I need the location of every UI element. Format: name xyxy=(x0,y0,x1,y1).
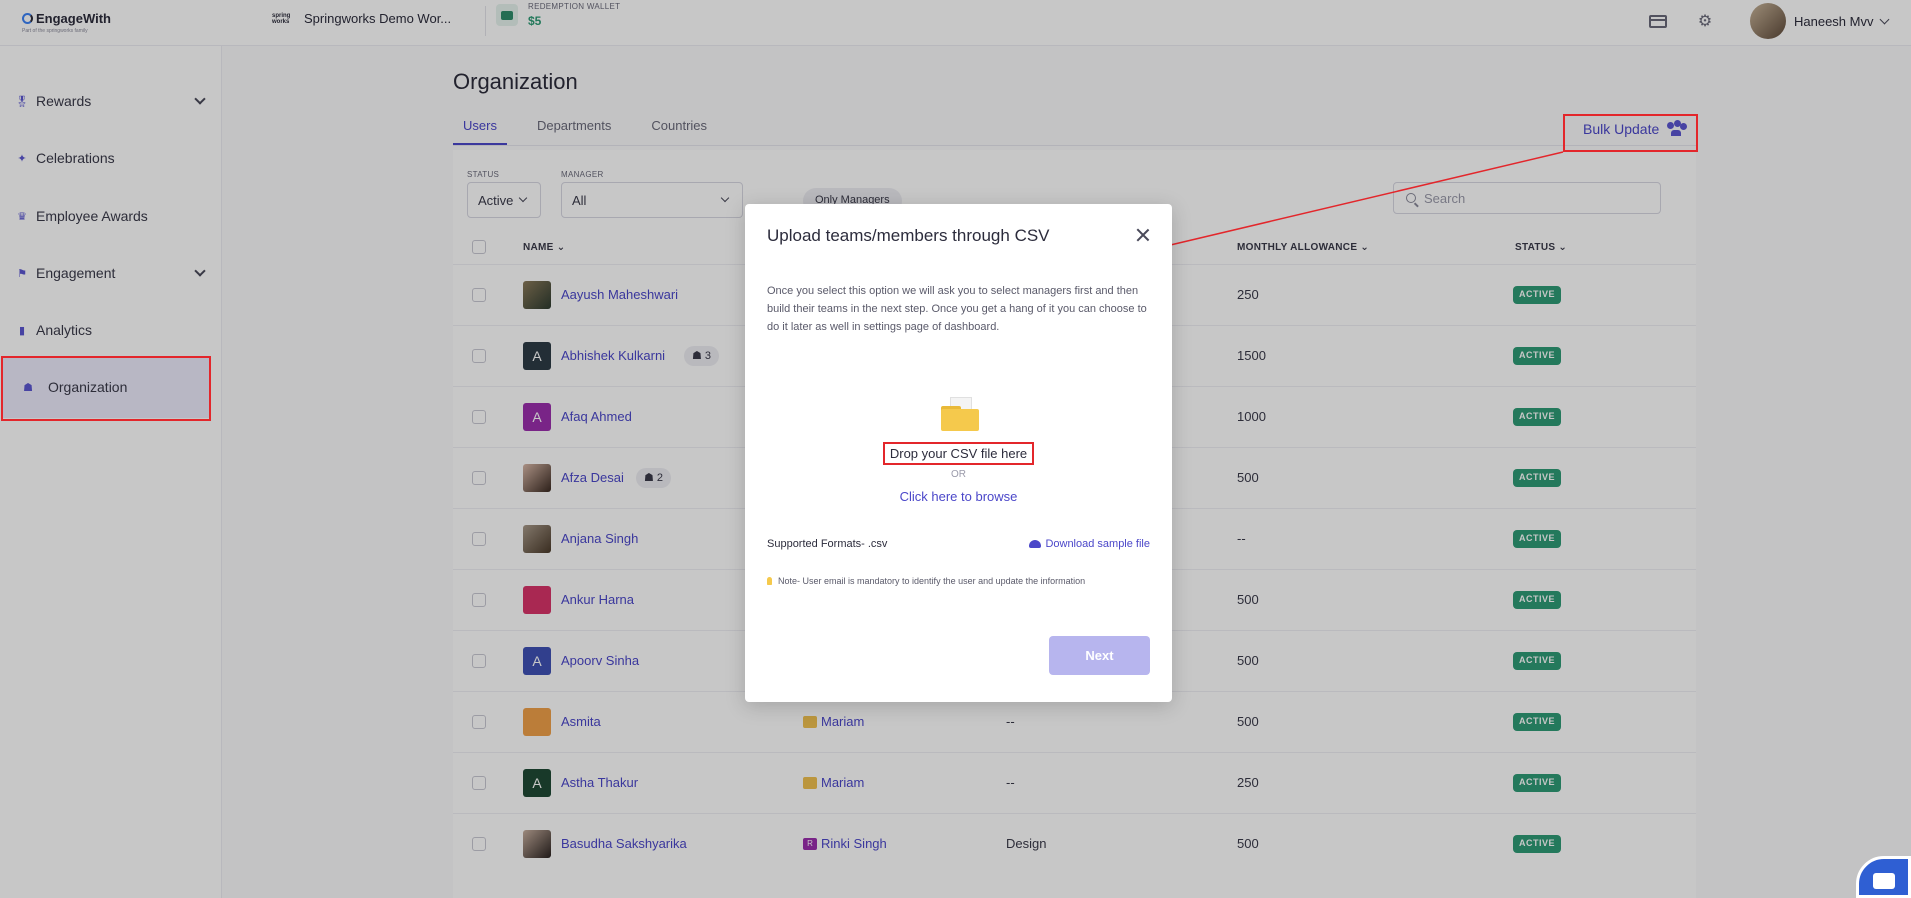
drop-zone-label[interactable]: Drop your CSV file here xyxy=(745,442,1172,465)
download-sample-label: Download sample file xyxy=(1045,538,1150,550)
next-button[interactable]: Next xyxy=(1049,636,1150,675)
modal-description: Once you select this option we will ask … xyxy=(767,285,1147,333)
supported-formats-text: Supported Formats- .csv xyxy=(767,538,888,550)
upload-csv-modal: Upload teams/members through CSV Once yo… xyxy=(745,204,1172,702)
download-sample-link[interactable]: Download sample file xyxy=(1029,538,1150,550)
chat-icon xyxy=(1873,873,1895,889)
folder-icon xyxy=(941,397,979,431)
bulb-icon xyxy=(767,577,772,585)
close-icon[interactable] xyxy=(1136,228,1150,242)
or-separator: OR xyxy=(951,469,966,480)
browse-link[interactable]: Click here to browse xyxy=(745,489,1172,504)
modal-title: Upload teams/members through CSV xyxy=(767,226,1050,245)
chat-support-button[interactable] xyxy=(1856,856,1911,898)
note-text: Note- User email is mandatory to identif… xyxy=(767,576,1085,586)
cloud-download-icon xyxy=(1029,540,1042,548)
